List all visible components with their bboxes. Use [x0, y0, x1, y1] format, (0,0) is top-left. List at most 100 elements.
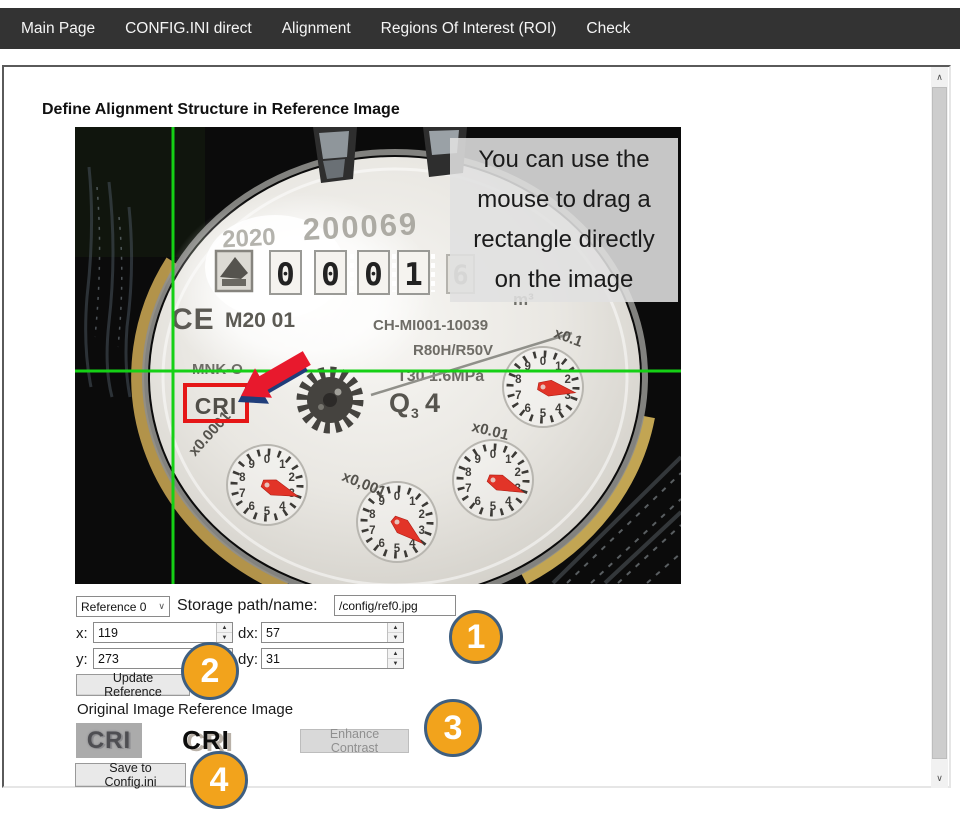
dx-spinner[interactable]: ▲ ▼	[387, 623, 403, 642]
svg-text:2: 2	[564, 374, 570, 386]
svg-text:0: 0	[490, 449, 496, 461]
nav-item-check[interactable]: Check	[586, 20, 630, 38]
page-title: Define Alignment Structure in Reference …	[42, 101, 400, 119]
svg-text:M20 01: M20 01	[225, 309, 295, 332]
update-reference-button[interactable]: Update Reference	[76, 674, 190, 696]
callout-4: 4	[190, 751, 248, 809]
nav-item-main-page[interactable]: Main Page	[21, 20, 95, 38]
reference-select-value: Reference 0	[81, 600, 146, 614]
x-input[interactable]	[94, 623, 216, 642]
svg-text:1: 1	[505, 454, 512, 466]
scroll-down-icon: ∨	[936, 773, 943, 784]
svg-text:CH-MI001-10039: CH-MI001-10039	[373, 317, 488, 334]
svg-text:0: 0	[394, 491, 400, 503]
svg-text:8: 8	[515, 374, 522, 386]
svg-text:5: 5	[264, 506, 271, 518]
nav-item-regions-of-interest[interactable]: Regions Of Interest (ROI)	[381, 20, 557, 38]
svg-text:1: 1	[404, 257, 423, 293]
svg-text:6: 6	[474, 496, 480, 508]
drag-hint-line: You can use the	[450, 140, 678, 180]
original-image-preview: CRI	[76, 723, 142, 758]
svg-text:9: 9	[474, 454, 480, 466]
chevron-down-icon: ∨	[152, 601, 165, 612]
x-label: x:	[76, 625, 88, 642]
dx-input[interactable]	[262, 623, 387, 642]
nav-item-alignment[interactable]: Alignment	[282, 20, 351, 38]
drag-hint-line: rectangle directly	[450, 220, 678, 260]
svg-text:4: 4	[279, 501, 286, 513]
svg-text:0: 0	[321, 257, 340, 293]
reference-image-label: Reference Image	[178, 701, 293, 718]
svg-text:8: 8	[239, 472, 246, 484]
svg-text:4: 4	[425, 388, 440, 418]
dx-input-wrap: ▲ ▼	[261, 622, 404, 643]
reference-select[interactable]: Reference 0 ∨	[76, 596, 170, 617]
drag-hint-line: mouse to drag a	[450, 180, 678, 220]
svg-text:0: 0	[540, 356, 546, 368]
dy-spinner[interactable]: ▲ ▼	[387, 649, 403, 668]
spinner-up-icon[interactable]: ▲	[388, 623, 403, 633]
dy-input-wrap: ▲ ▼	[261, 648, 404, 669]
spinner-down-icon[interactable]: ▼	[388, 633, 403, 642]
svg-text:0: 0	[276, 257, 295, 293]
svg-text:3: 3	[411, 405, 419, 421]
svg-text:9: 9	[248, 459, 254, 471]
svg-text:R80H/R50V: R80H/R50V	[413, 342, 493, 359]
svg-text:7: 7	[239, 488, 245, 500]
original-image-label: Original Image	[77, 701, 175, 718]
spinner-up-icon[interactable]: ▲	[388, 649, 403, 659]
svg-text:4: 4	[555, 403, 562, 415]
svg-text:2: 2	[418, 509, 424, 521]
storage-path-input[interactable]	[334, 595, 456, 616]
svg-text:7: 7	[465, 483, 471, 495]
scroll-down-button[interactable]: ∨	[931, 768, 948, 788]
dy-input[interactable]	[262, 649, 387, 668]
svg-text:6: 6	[248, 501, 254, 513]
svg-text:8: 8	[465, 467, 472, 479]
scroll-up-button[interactable]: ∧	[931, 67, 948, 87]
svg-text:5: 5	[540, 408, 547, 420]
svg-text:CE: CE	[171, 303, 215, 336]
svg-text:2: 2	[288, 472, 294, 484]
drag-hint-line: on the image	[450, 260, 678, 300]
reference-image-canvas[interactable]: 2020 200069 0 0 0 1 6	[75, 127, 681, 584]
top-nav: Main Page CONFIG.INI direct Alignment Re…	[0, 8, 960, 49]
svg-text:1: 1	[409, 496, 416, 508]
scrollbar-thumb[interactable]	[932, 87, 947, 759]
svg-text:7: 7	[369, 525, 375, 537]
spinner-down-icon[interactable]: ▼	[388, 659, 403, 668]
spinner-up-icon[interactable]: ▲	[217, 623, 232, 633]
y-label: y:	[76, 651, 88, 668]
x-spinner[interactable]: ▲ ▼	[216, 623, 232, 642]
meter-icon-box	[216, 251, 252, 291]
svg-text:6: 6	[524, 403, 530, 415]
svg-text:7: 7	[515, 390, 521, 402]
svg-text:5: 5	[394, 543, 401, 555]
svg-text:1: 1	[279, 459, 286, 471]
callout-1: 1	[449, 610, 503, 664]
scrollbar[interactable]: ∧ ∨	[931, 67, 948, 788]
callout-3: 3	[424, 699, 482, 757]
svg-text:2020: 2020	[222, 224, 277, 254]
enhance-contrast-button[interactable]: Enhance Contrast	[300, 729, 409, 753]
svg-text:4: 4	[505, 496, 512, 508]
dy-label: dy:	[238, 651, 258, 668]
svg-text:0: 0	[364, 257, 383, 293]
nav-item-config-ini-direct[interactable]: CONFIG.INI direct	[125, 20, 252, 38]
svg-text:2: 2	[514, 467, 520, 479]
spinner-down-icon[interactable]: ▼	[217, 633, 232, 642]
svg-text:3: 3	[418, 525, 424, 537]
dx-label: dx:	[238, 625, 258, 642]
storage-path-label: Storage path/name:	[177, 597, 318, 615]
svg-text:0: 0	[264, 454, 270, 466]
svg-text:Q: Q	[389, 388, 410, 418]
scroll-up-icon: ∧	[936, 72, 943, 83]
drag-hint-overlay: You can use the mouse to drag a rectangl…	[450, 138, 678, 302]
callout-2: 2	[181, 642, 239, 700]
meter-cri-print: CRI	[195, 393, 238, 419]
x-input-wrap: ▲ ▼	[93, 622, 233, 643]
svg-text:6: 6	[378, 538, 384, 550]
save-to-config-button[interactable]: Save to Config.ini	[75, 763, 186, 787]
svg-text:8: 8	[369, 509, 376, 521]
svg-text:200069: 200069	[302, 206, 419, 247]
